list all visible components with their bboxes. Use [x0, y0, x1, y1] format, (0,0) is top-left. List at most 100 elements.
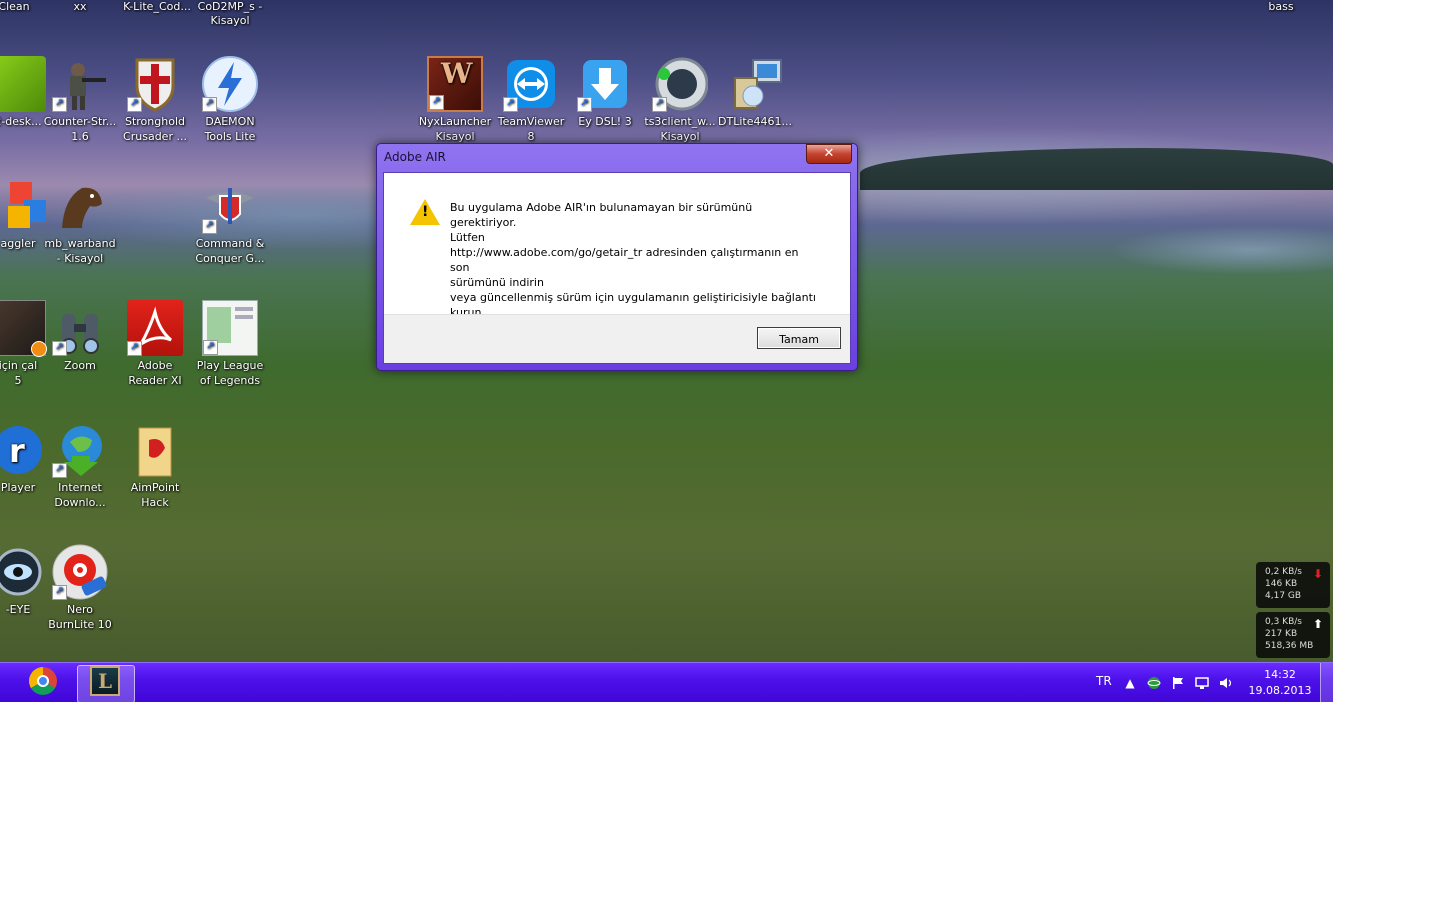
- icon-label: -EYE: [5, 603, 31, 616]
- installer-icon: [727, 56, 783, 112]
- icon-label: Counter-Str... 1.6: [43, 115, 117, 143]
- desktop-icon-teamviewer[interactable]: ↗ TeamViewer 8: [493, 56, 569, 144]
- icon-label: DTLite4461...: [718, 115, 792, 128]
- icon-label: Internet Downlo...: [54, 481, 106, 509]
- horse-icon: [52, 178, 108, 234]
- icon-label: mb_warband - Kisayol: [44, 237, 116, 265]
- icon-label: Player: [0, 481, 36, 494]
- shortcut-arrow-icon: ↗: [202, 219, 217, 234]
- dialog-title: Adobe AIR: [384, 150, 446, 164]
- dialog-client-area: ! Bu uygulama Adobe AIR'ın bulunamayan b…: [383, 172, 851, 364]
- eye-icon: [0, 544, 46, 600]
- desktop-icon-adobe-reader[interactable]: ↗ Adobe Reader XI: [117, 300, 193, 388]
- desktop-icon-play-lol[interactable]: ↗ Play League of Legends: [192, 300, 268, 388]
- download-arrow-icon: ⬇: [1312, 567, 1323, 581]
- desktop-icon-counter-strike[interactable]: ↗ Counter-Str... 1.6: [42, 56, 118, 144]
- desktop-label-klite[interactable]: K-Lite_Cod...: [117, 0, 197, 14]
- net-meter-download[interactable]: 0,2 KB/s 146 KB 4,17 GB ⬇: [1256, 562, 1330, 608]
- wallpaper-hills: [860, 148, 1333, 190]
- warning-icon: !: [410, 199, 440, 225]
- clock-time: 14:32: [1264, 668, 1296, 681]
- realplayer-icon: r: [0, 422, 46, 478]
- show-desktop-button[interactable]: [1320, 663, 1333, 702]
- adobe-air-dialog[interactable]: Adobe AIR ✕ ! Bu uygulama Adobe AIR'ın b…: [376, 143, 858, 371]
- upload-arrow-icon: ⬆: [1312, 617, 1323, 631]
- clock-date: 19.08.2013: [1248, 684, 1312, 697]
- shortcut-arrow-icon: ↗: [577, 97, 592, 112]
- desktop-icon-nero[interactable]: ↗ Nero BurnLite 10: [42, 544, 118, 632]
- language-indicator[interactable]: TR: [1096, 674, 1112, 688]
- desktop-icon-daemon-tools[interactable]: ↗ DAEMON Tools Lite: [192, 56, 268, 144]
- icon-label: için çal 5: [0, 359, 38, 387]
- icon-label: Play League of Legends: [196, 359, 264, 387]
- lightning-disc-icon: ↗: [202, 56, 258, 112]
- nyx-logo-icon: W ↗: [427, 56, 483, 112]
- folder-icon: [127, 422, 183, 478]
- net-meter-upload[interactable]: 0,3 KB/s 217 KB 518,36 MB ⬆: [1256, 612, 1330, 658]
- shortcut-arrow-icon: ↗: [429, 95, 444, 110]
- icon-label: Adobe Reader XI: [128, 359, 182, 387]
- desktop-icon-aimpoint[interactable]: AimPoint Hack: [117, 422, 193, 510]
- shortcut-arrow-icon: ↗: [52, 97, 67, 112]
- desktop-icon-nyxlauncher[interactable]: W ↗ NyxLauncher Kisayol: [417, 56, 493, 144]
- icon-label: NyxLauncher Kisayol: [418, 115, 492, 143]
- icon-label: ts3client_w... Kisayol: [644, 115, 716, 143]
- shortcut-arrow-icon: ↗: [52, 585, 67, 600]
- desktop-icon-ts3client[interactable]: ↗ ts3client_w... Kisayol: [642, 56, 718, 144]
- icon-label: TeamViewer 8: [497, 115, 565, 143]
- desktop-icon-idm[interactable]: ↗ Internet Downlo...: [42, 422, 118, 510]
- desktop-icon-mb-warband[interactable]: mb_warband - Kisayol: [42, 178, 118, 266]
- network-monitor-icon[interactable]: [1195, 676, 1209, 690]
- desktop-icon-dtlite[interactable]: DTLite4461...: [717, 56, 793, 129]
- desktop-icon-zoom[interactable]: ↗ Zoom: [42, 300, 118, 373]
- ok-button[interactable]: Tamam: [757, 327, 841, 349]
- crusader-shield-icon: ↗: [127, 56, 183, 112]
- desktop-label-bass[interactable]: bass: [1243, 0, 1319, 14]
- shortcut-arrow-icon: ↗: [52, 463, 67, 478]
- dialog-message: Bu uygulama Adobe AIR'ın bulunamayan bir…: [450, 201, 816, 319]
- download-total: 4,17 GB: [1265, 591, 1302, 601]
- icon-label: Ey DSL! 3: [578, 115, 632, 128]
- shortcut-arrow-icon: ↗: [127, 341, 142, 356]
- cubes-icon: [0, 178, 46, 234]
- nvidia-icon: [0, 56, 46, 112]
- screen: Clean xx K-Lite_Cod... CoD2MP_s - Kisayo…: [0, 0, 1333, 702]
- icon-label: AimPoint Hack: [130, 481, 180, 509]
- league-of-legends-icon: L: [90, 666, 120, 696]
- globe-download-icon: ↗: [52, 422, 108, 478]
- window-thumb-icon: ↗: [202, 300, 258, 356]
- pdf-icon: ↗: [127, 300, 183, 356]
- shortcut-arrow-icon: ↗: [202, 97, 217, 112]
- show-hidden-icons-icon[interactable]: ▲: [1123, 676, 1137, 690]
- icon-label: Nero BurnLite 10: [48, 603, 112, 631]
- taskbar-clock[interactable]: 14:32 19.08.2013: [1246, 667, 1314, 699]
- shortcut-arrow-icon: ↗: [127, 97, 142, 112]
- nero-disc-icon: ↗: [52, 544, 108, 600]
- teamviewer-icon: ↗: [503, 56, 559, 112]
- icon-label: DAEMON Tools Lite: [204, 115, 256, 143]
- teamspeak-icon: ↗: [652, 56, 709, 112]
- desktop-label-xx[interactable]: xx: [42, 0, 118, 14]
- binoculars-icon: ↗: [52, 300, 108, 356]
- shortcut-arrow-icon: ↗: [503, 97, 518, 112]
- desktop-icon-stronghold[interactable]: ↗ Stronghold Crusader ...: [117, 56, 193, 144]
- upload-total: 518,36 MB: [1265, 641, 1314, 651]
- icon-label: 2-desk...: [0, 115, 42, 128]
- chrome-icon[interactable]: [29, 667, 57, 695]
- desktop-icon-command-conquer[interactable]: ↗ Command & Conquer G...: [192, 178, 268, 266]
- download-arrow-icon: ↗: [577, 56, 633, 112]
- desktop-label-cod2mp[interactable]: CoD2MP_s - Kisayol: [192, 0, 268, 28]
- video-thumb-icon: [0, 300, 47, 357]
- shortcut-arrow-icon: ↗: [203, 340, 218, 355]
- dialog-close-button[interactable]: ✕: [806, 144, 852, 164]
- soldier-icon: ↗: [52, 56, 108, 112]
- desktop-icon-eydsl[interactable]: ↗ Ey DSL! 3: [567, 56, 643, 129]
- emblem-icon: ↗: [202, 178, 258, 234]
- icon-label: Stronghold Crusader ...: [123, 115, 187, 143]
- svg-text:r: r: [9, 432, 25, 470]
- volume-icon[interactable]: [1219, 676, 1233, 690]
- network-globe-icon[interactable]: [1147, 676, 1161, 690]
- icon-label: Zoom: [64, 359, 96, 372]
- action-center-flag-icon[interactable]: [1171, 676, 1185, 690]
- shortcut-arrow-icon: ↗: [652, 97, 667, 112]
